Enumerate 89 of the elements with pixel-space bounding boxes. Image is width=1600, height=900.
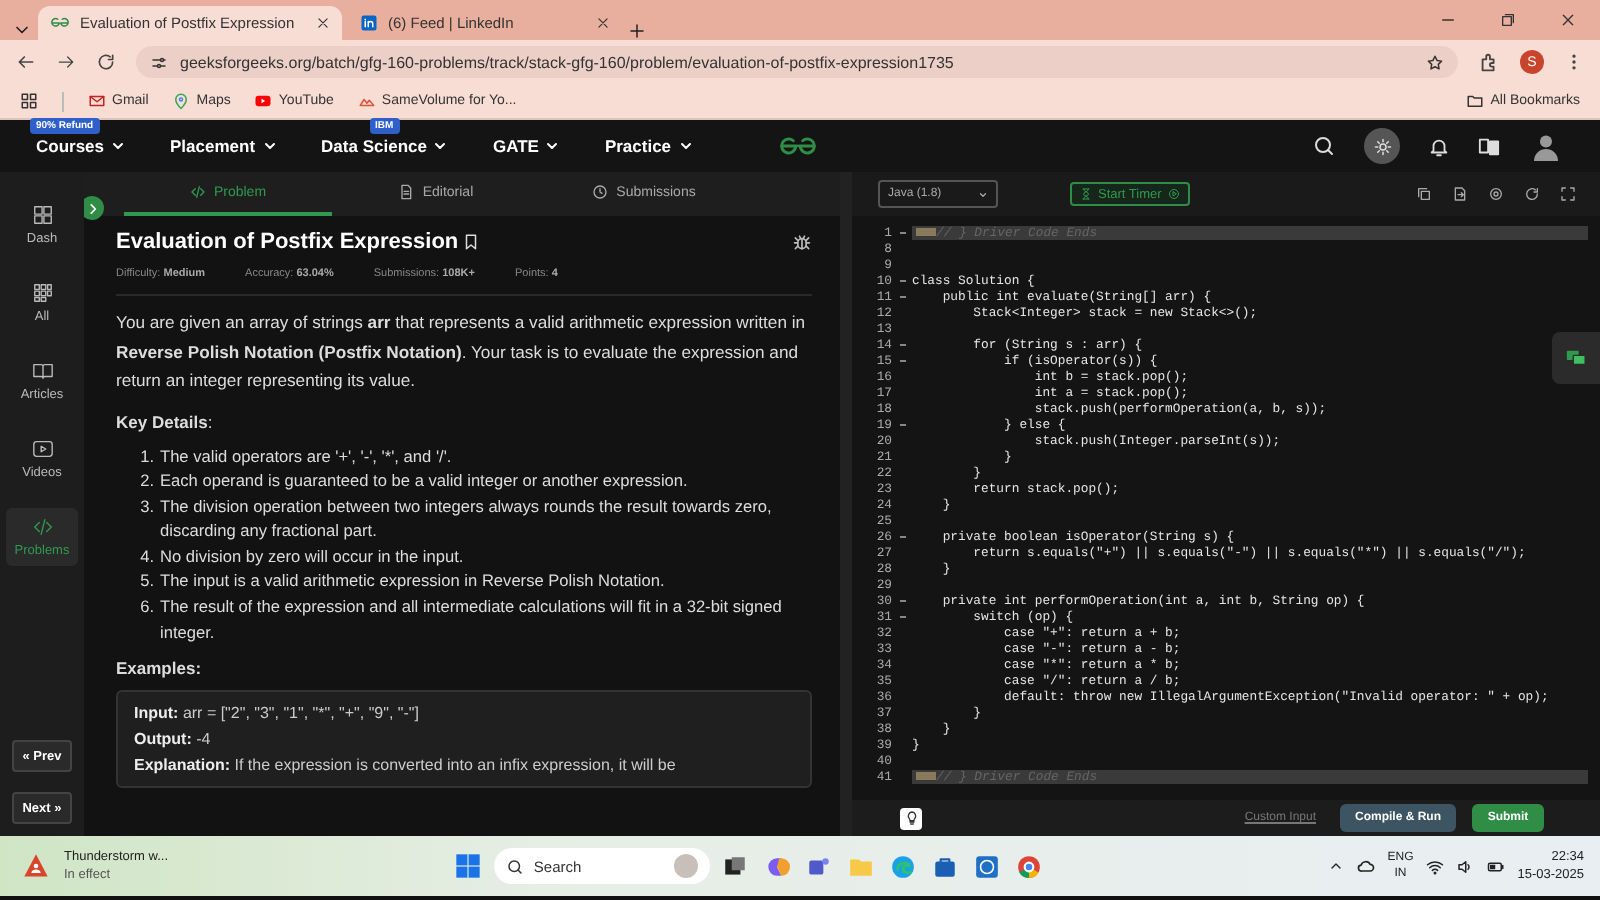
cloud-icon[interactable]: [1355, 856, 1376, 876]
list-number: 1.: [138, 443, 154, 469]
list-item: The valid operators are '+', '-', '*', and '/'.: [160, 443, 452, 469]
nav-menu-item[interactable]: GATE: [492, 136, 539, 156]
video-play-icon: [31, 438, 53, 460]
copy-icon[interactable]: [1416, 186, 1432, 202]
caret-up-icon[interactable]: [1327, 858, 1344, 874]
caret-down-icon: [261, 138, 278, 154]
list-item: The result of the expression and all intermediate calculations will fit in a 32-bit signed integer.: [160, 594, 784, 645]
nav-menu-item[interactable]: Data Science: [321, 136, 427, 156]
chat-icon: [1564, 347, 1588, 369]
caret-down-icon: [544, 138, 561, 154]
problem-description: You are given an array of strings arr that represents a valid arithmetic expression written in Reverse Polish Notation (Postfix Notation). Your task is to evaluate the expression and return an integer representing its value.: [116, 310, 808, 394]
search-icon[interactable]: [1312, 134, 1336, 158]
list-item: The division operation between two integers always rounds the result towards zero, discarding any fractional part.: [160, 493, 774, 544]
caret-down-icon: [978, 189, 988, 199]
problem-title: Evaluation of Postfix Expression: [116, 230, 459, 254]
caret-down-icon: [677, 138, 694, 154]
clock-icon: [592, 184, 609, 200]
gfg-favicon-icon: [50, 14, 70, 32]
book-icon: [31, 360, 53, 382]
hourglass-icon: [1080, 188, 1092, 200]
address-bar[interactable]: geeksforgeeks.org/batch/gfg-160-problems/track/stack-gfg-160/problem/evaluation-of-postfix-expression1735: [136, 46, 1458, 78]
example-line: Output: -4: [134, 728, 213, 753]
hint-button[interactable]: [900, 807, 922, 829]
star-icon[interactable]: [1426, 53, 1444, 71]
file-export-icon[interactable]: [1452, 186, 1468, 202]
expand-toggle[interactable]: [84, 196, 104, 220]
settings-icon[interactable]: [1488, 186, 1504, 202]
bell-icon[interactable]: [1428, 135, 1450, 157]
list-number: 5.: [138, 568, 154, 595]
folder-icon: [1466, 92, 1485, 110]
document-icon: [398, 184, 415, 200]
linkedin-icon: [360, 14, 378, 32]
sun-icon: [1373, 137, 1391, 155]
code-icon: [31, 516, 53, 538]
caret-down-icon: [432, 138, 449, 154]
fullscreen-icon[interactable]: [1560, 186, 1576, 202]
code-icon: [189, 184, 206, 200]
list-item: No division by zero will occur in the input.: [160, 543, 464, 569]
play-icon: [254, 92, 273, 110]
lightbulb-icon: [903, 810, 919, 826]
windows-start-icon[interactable]: [453, 852, 482, 880]
battery-icon[interactable]: [1485, 857, 1506, 875]
weather-alert-icon: [20, 852, 52, 880]
list-number: 2.: [138, 468, 154, 494]
nav-menu-item[interactable]: Placement: [170, 136, 256, 156]
close-icon[interactable]: [1560, 12, 1576, 28]
caret-down-icon: [110, 138, 127, 154]
task-view-icon[interactable]: [721, 853, 748, 879]
nav-menu-item[interactable]: Practice: [604, 136, 672, 156]
site-settings-icon: [150, 53, 168, 71]
list-number: 4.: [138, 543, 154, 569]
list-item: Each operand is guaranteed to be a valid integer or another expression.: [160, 468, 688, 494]
new-tab-icon[interactable]: [628, 22, 646, 40]
play-circle-icon: [1167, 188, 1180, 200]
restore-icon[interactable]: [1500, 12, 1516, 28]
back-arrow-icon[interactable]: [16, 52, 36, 72]
reload-icon[interactable]: [96, 52, 116, 72]
grid-icon: [31, 282, 53, 304]
translate-icon[interactable]: [1478, 135, 1500, 157]
chat-button[interactable]: [1552, 332, 1600, 384]
store-bag-icon[interactable]: [931, 853, 958, 879]
chevron-right-icon: [85, 201, 99, 215]
extensions-icon[interactable]: [1478, 51, 1500, 73]
search-icon: [505, 857, 524, 875]
map-pin-icon: [172, 92, 191, 110]
bug-icon[interactable]: [792, 232, 812, 252]
section-heading: Examples:: [116, 658, 204, 679]
reset-icon[interactable]: [1524, 186, 1540, 202]
example-line: Input: arr = ["2", "3", "1", "*", "+", "9", "-"]: [134, 702, 421, 727]
list-number: 3.: [138, 493, 154, 520]
forward-arrow-icon[interactable]: [56, 52, 76, 72]
wifi-icon[interactable]: [1425, 857, 1444, 875]
theme-toggle[interactable]: [1364, 128, 1400, 164]
close-icon[interactable]: [316, 16, 330, 30]
example-line: Explanation: If the expression is converted into an infix expression, it will be: [134, 754, 678, 779]
photo-placeholder: [673, 854, 698, 878]
bookmark-icon[interactable]: [462, 232, 481, 252]
list-number: 6.: [138, 594, 154, 621]
mail-icon: [88, 92, 106, 110]
apps-grid-icon[interactable]: [20, 92, 38, 110]
chrome-browser-icon[interactable]: [1015, 853, 1042, 879]
speaker-icon[interactable]: [1455, 857, 1474, 875]
nav-menu-item[interactable]: Courses: [36, 136, 105, 156]
close-icon[interactable]: [596, 16, 610, 30]
dashboard-icon: [31, 204, 53, 226]
section-heading: Key Details:: [116, 411, 215, 431]
list-item: The input is a valid arithmetic expression in Reverse Polish Notation.: [160, 568, 665, 595]
